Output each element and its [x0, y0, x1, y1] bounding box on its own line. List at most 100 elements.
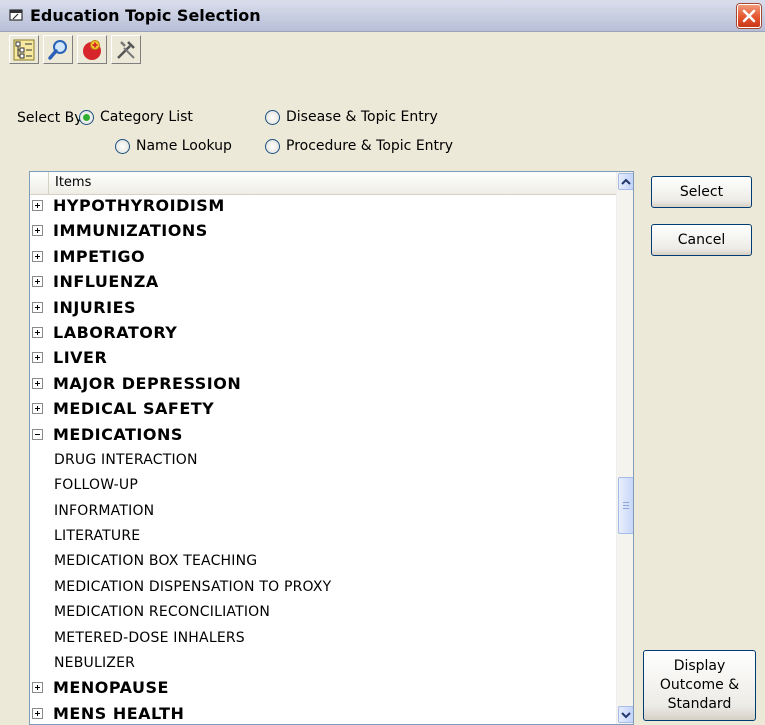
topic-label: LITERATURE [54, 528, 141, 545]
topic-label: METERED-DOSE INHALERS [54, 629, 245, 646]
cancel-button[interactable]: Cancel [651, 224, 752, 256]
select-by-label: Select By [17, 110, 83, 126]
display-outcome-standard-button[interactable]: Display Outcome & Standard [643, 650, 756, 721]
thumb-grip [623, 505, 629, 506]
tools-icon [117, 40, 135, 59]
expand-icon[interactable] [32, 403, 43, 415]
radio-label: Procedure & Topic Entry [286, 138, 454, 154]
radio-button[interactable] [265, 109, 280, 125]
tree-child-row[interactable]: INFORMATION [30, 499, 616, 524]
scroll-down-button[interactable] [618, 706, 633, 723]
category-label: IMPETIGO [53, 246, 146, 266]
category-label: INJURIES [53, 297, 137, 317]
button-label-line: Standard [667, 696, 732, 712]
items-column-header: Items [55, 175, 92, 190]
expand-icon[interactable] [32, 682, 43, 694]
tree-child-row[interactable]: DRUG INTERACTION [30, 448, 616, 473]
select-button[interactable]: Select [651, 176, 752, 208]
radio-label: Disease & Topic Entry [286, 109, 438, 125]
close-icon [742, 9, 756, 23]
tree-category-row[interactable]: HYPOTHYROIDISM [30, 194, 616, 219]
expand-icon[interactable] [32, 707, 43, 719]
button-label-line: Outcome & [659, 677, 740, 693]
tree-category-row[interactable]: MEDICATIONS [30, 423, 616, 448]
radio-label: Name Lookup [136, 138, 232, 154]
tree-child-row[interactable]: MEDICATION DISPENSATION TO PROXY [30, 575, 616, 600]
magnifier-icon [48, 39, 67, 60]
scroll-up-button[interactable] [618, 173, 633, 190]
chevron-down-icon [621, 711, 631, 718]
button-label-line: Display [673, 658, 726, 674]
tools-button[interactable] [111, 35, 141, 64]
tree-child-row[interactable]: FOLLOW-UP [30, 473, 616, 498]
expand-icon[interactable] [32, 352, 43, 364]
category-label: MEDICAL SAFETY [53, 399, 215, 419]
education-topic-selection-window: Education Topic Selection Select By Cate… [0, 0, 765, 725]
topic-label: MEDICATION BOX TEACHING [54, 553, 258, 570]
topic-label: INFORMATION [54, 502, 155, 519]
tree-category-row[interactable]: LIVER [30, 346, 616, 371]
close-button[interactable] [737, 4, 761, 28]
radio-procedure-topic-entry[interactable]: Procedure & Topic Entry [265, 138, 453, 154]
tree-child-row[interactable]: MEDICATION RECONCILIATION [30, 600, 616, 625]
category-label: LABORATORY [53, 322, 178, 342]
expand-icon[interactable] [32, 200, 43, 211]
tree-child-row[interactable]: MEDICATION BOX TEACHING [30, 549, 616, 574]
topic-label: MEDICATION DISPENSATION TO PROXY [54, 578, 332, 595]
radio-category-list[interactable]: Category List [79, 109, 193, 125]
list-body: HYPOTHYROIDISM IMMUNIZATIONS IMPETIGO INFLU… [30, 194, 616, 724]
title-bar[interactable]: Education Topic Selection [0, 0, 765, 32]
tree-category-row[interactable]: MENOPAUSE [30, 676, 616, 701]
radio-button[interactable] [115, 138, 130, 154]
tree-category-row[interactable]: INJURIES [30, 296, 616, 321]
search-button[interactable] [43, 35, 73, 64]
tree-category-row[interactable]: INFLUENZA [30, 270, 616, 295]
tree-child-row[interactable]: LITERATURE [30, 524, 616, 549]
list-header[interactable]: Items [30, 172, 616, 195]
medical-cross-icon [83, 39, 101, 60]
category-label: MAJOR DEPRESSION [53, 373, 242, 393]
tree-child-row[interactable]: NEBULIZER [30, 651, 616, 676]
expand-icon[interactable] [32, 326, 43, 338]
tree-category-row[interactable]: MAJOR DEPRESSION [30, 372, 616, 397]
topic-tree-list[interactable]: Items HYPOTHYROIDISM IMMUNIZATIONS IMPETIG… [29, 171, 634, 725]
tree-category-row[interactable]: IMMUNIZATIONS [30, 219, 616, 244]
tree-view-icon [13, 39, 35, 60]
expand-icon[interactable] [32, 301, 43, 313]
category-label: MENOPAUSE [53, 678, 169, 698]
toolbar [9, 35, 141, 65]
tree-category-row[interactable]: MENS HEALTH [30, 702, 616, 724]
medical-button[interactable] [77, 35, 107, 64]
topic-label: FOLLOW-UP [54, 477, 139, 494]
radio-name-lookup[interactable]: Name Lookup [115, 138, 232, 154]
scrollbar-thumb[interactable] [618, 477, 633, 534]
expand-icon[interactable] [32, 250, 43, 262]
header-selector-cell [30, 172, 49, 194]
topic-label: NEBULIZER [54, 655, 136, 672]
tree-category-row[interactable]: MEDICAL SAFETY [30, 397, 616, 422]
topic-label: MEDICATION RECONCILIATION [54, 604, 271, 621]
window-title: Education Topic Selection [30, 6, 261, 25]
category-label: INFLUENZA [53, 272, 159, 292]
thumb-grip [623, 502, 629, 503]
tree-category-row[interactable]: IMPETIGO [30, 245, 616, 270]
collapse-icon[interactable] [32, 428, 43, 440]
category-label: MENS HEALTH [53, 703, 185, 723]
thumb-grip [623, 508, 629, 509]
radio-button-selected[interactable] [79, 109, 94, 125]
tree-child-row[interactable]: METERED-DOSE INHALERS [30, 626, 616, 651]
tree-category-row[interactable]: LABORATORY [30, 321, 616, 346]
category-label: LIVER [53, 348, 108, 368]
expand-icon[interactable] [32, 276, 43, 288]
radio-button[interactable] [265, 138, 280, 154]
topic-label: DRUG INTERACTION [54, 451, 198, 468]
vertical-scrollbar[interactable] [616, 172, 633, 724]
category-label: IMMUNIZATIONS [53, 221, 208, 241]
window-icon [9, 9, 23, 21]
radio-disease-topic-entry[interactable]: Disease & Topic Entry [265, 109, 438, 125]
category-label: MEDICATIONS [53, 424, 183, 444]
expand-icon[interactable] [32, 225, 43, 237]
tree-view-button[interactable] [9, 35, 39, 64]
chevron-up-icon [621, 178, 631, 185]
expand-icon[interactable] [32, 377, 43, 389]
